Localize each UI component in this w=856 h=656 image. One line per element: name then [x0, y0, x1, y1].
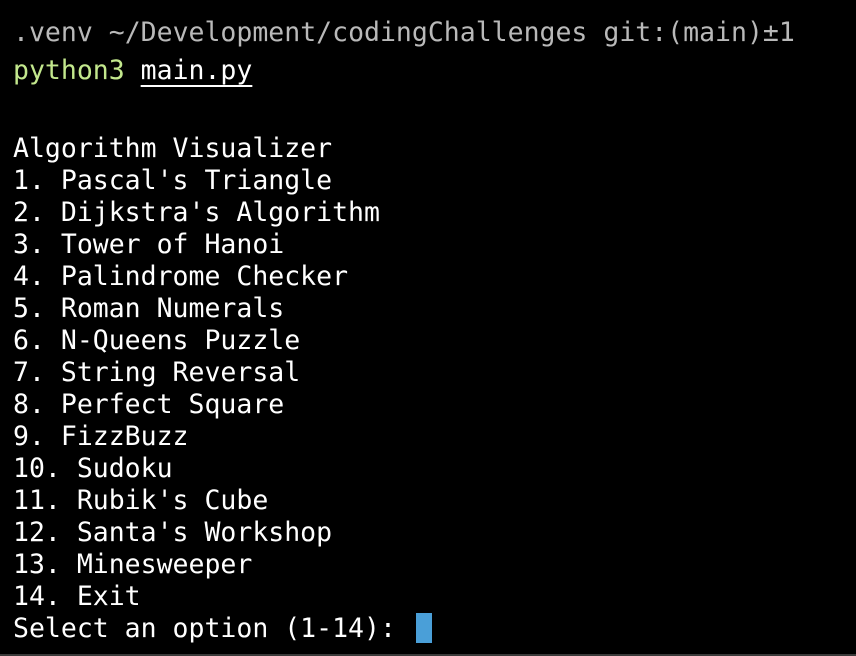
menu-list: 1. Pascal's Triangle 2. Dijkstra's Algor… — [13, 165, 380, 613]
menu-item: 10. Sudoku — [13, 453, 173, 484]
git-status: git:(main)±1 — [603, 17, 795, 48]
menu-title: Algorithm Visualizer — [13, 133, 333, 164]
menu-item: 1. Pascal's Triangle — [13, 165, 333, 196]
menu-item: 11. Rubik's Cube — [13, 485, 269, 516]
terminal-window[interactable]: .venv ~/Development/codingChallenges git… — [0, 0, 856, 656]
menu-item: 7. String Reversal — [13, 357, 301, 388]
command-program: python3 — [13, 55, 125, 86]
menu-item: 2. Dijkstra's Algorithm — [13, 197, 380, 228]
venv-label: .venv — [13, 17, 93, 48]
menu-item: 6. N-Queens Puzzle — [13, 325, 301, 356]
menu-item: 14. Exit — [13, 581, 141, 612]
menu-item: 13. Minesweeper — [13, 549, 253, 580]
block-cursor[interactable] — [415, 613, 432, 643]
command-line: python3 main.py — [13, 55, 252, 87]
menu-item: 12. Santa's Workshop — [13, 517, 333, 548]
menu-item: 9. FizzBuzz — [13, 421, 189, 452]
option-input-line[interactable]: Select an option (1-14): — [13, 613, 432, 645]
cwd-path: ~/Development/codingChallenges — [108, 17, 588, 48]
menu-item: 5. Roman Numerals — [13, 293, 285, 324]
shell-prompt: .venv ~/Development/codingChallenges git… — [13, 17, 795, 49]
command-argument[interactable]: main.py — [141, 55, 253, 86]
menu-item: 4. Palindrome Checker — [13, 261, 349, 292]
menu-item: 3. Tower of Hanoi — [13, 229, 285, 260]
menu-item: 8. Perfect Square — [13, 389, 285, 420]
input-prompt: Select an option (1-14): — [13, 613, 412, 644]
